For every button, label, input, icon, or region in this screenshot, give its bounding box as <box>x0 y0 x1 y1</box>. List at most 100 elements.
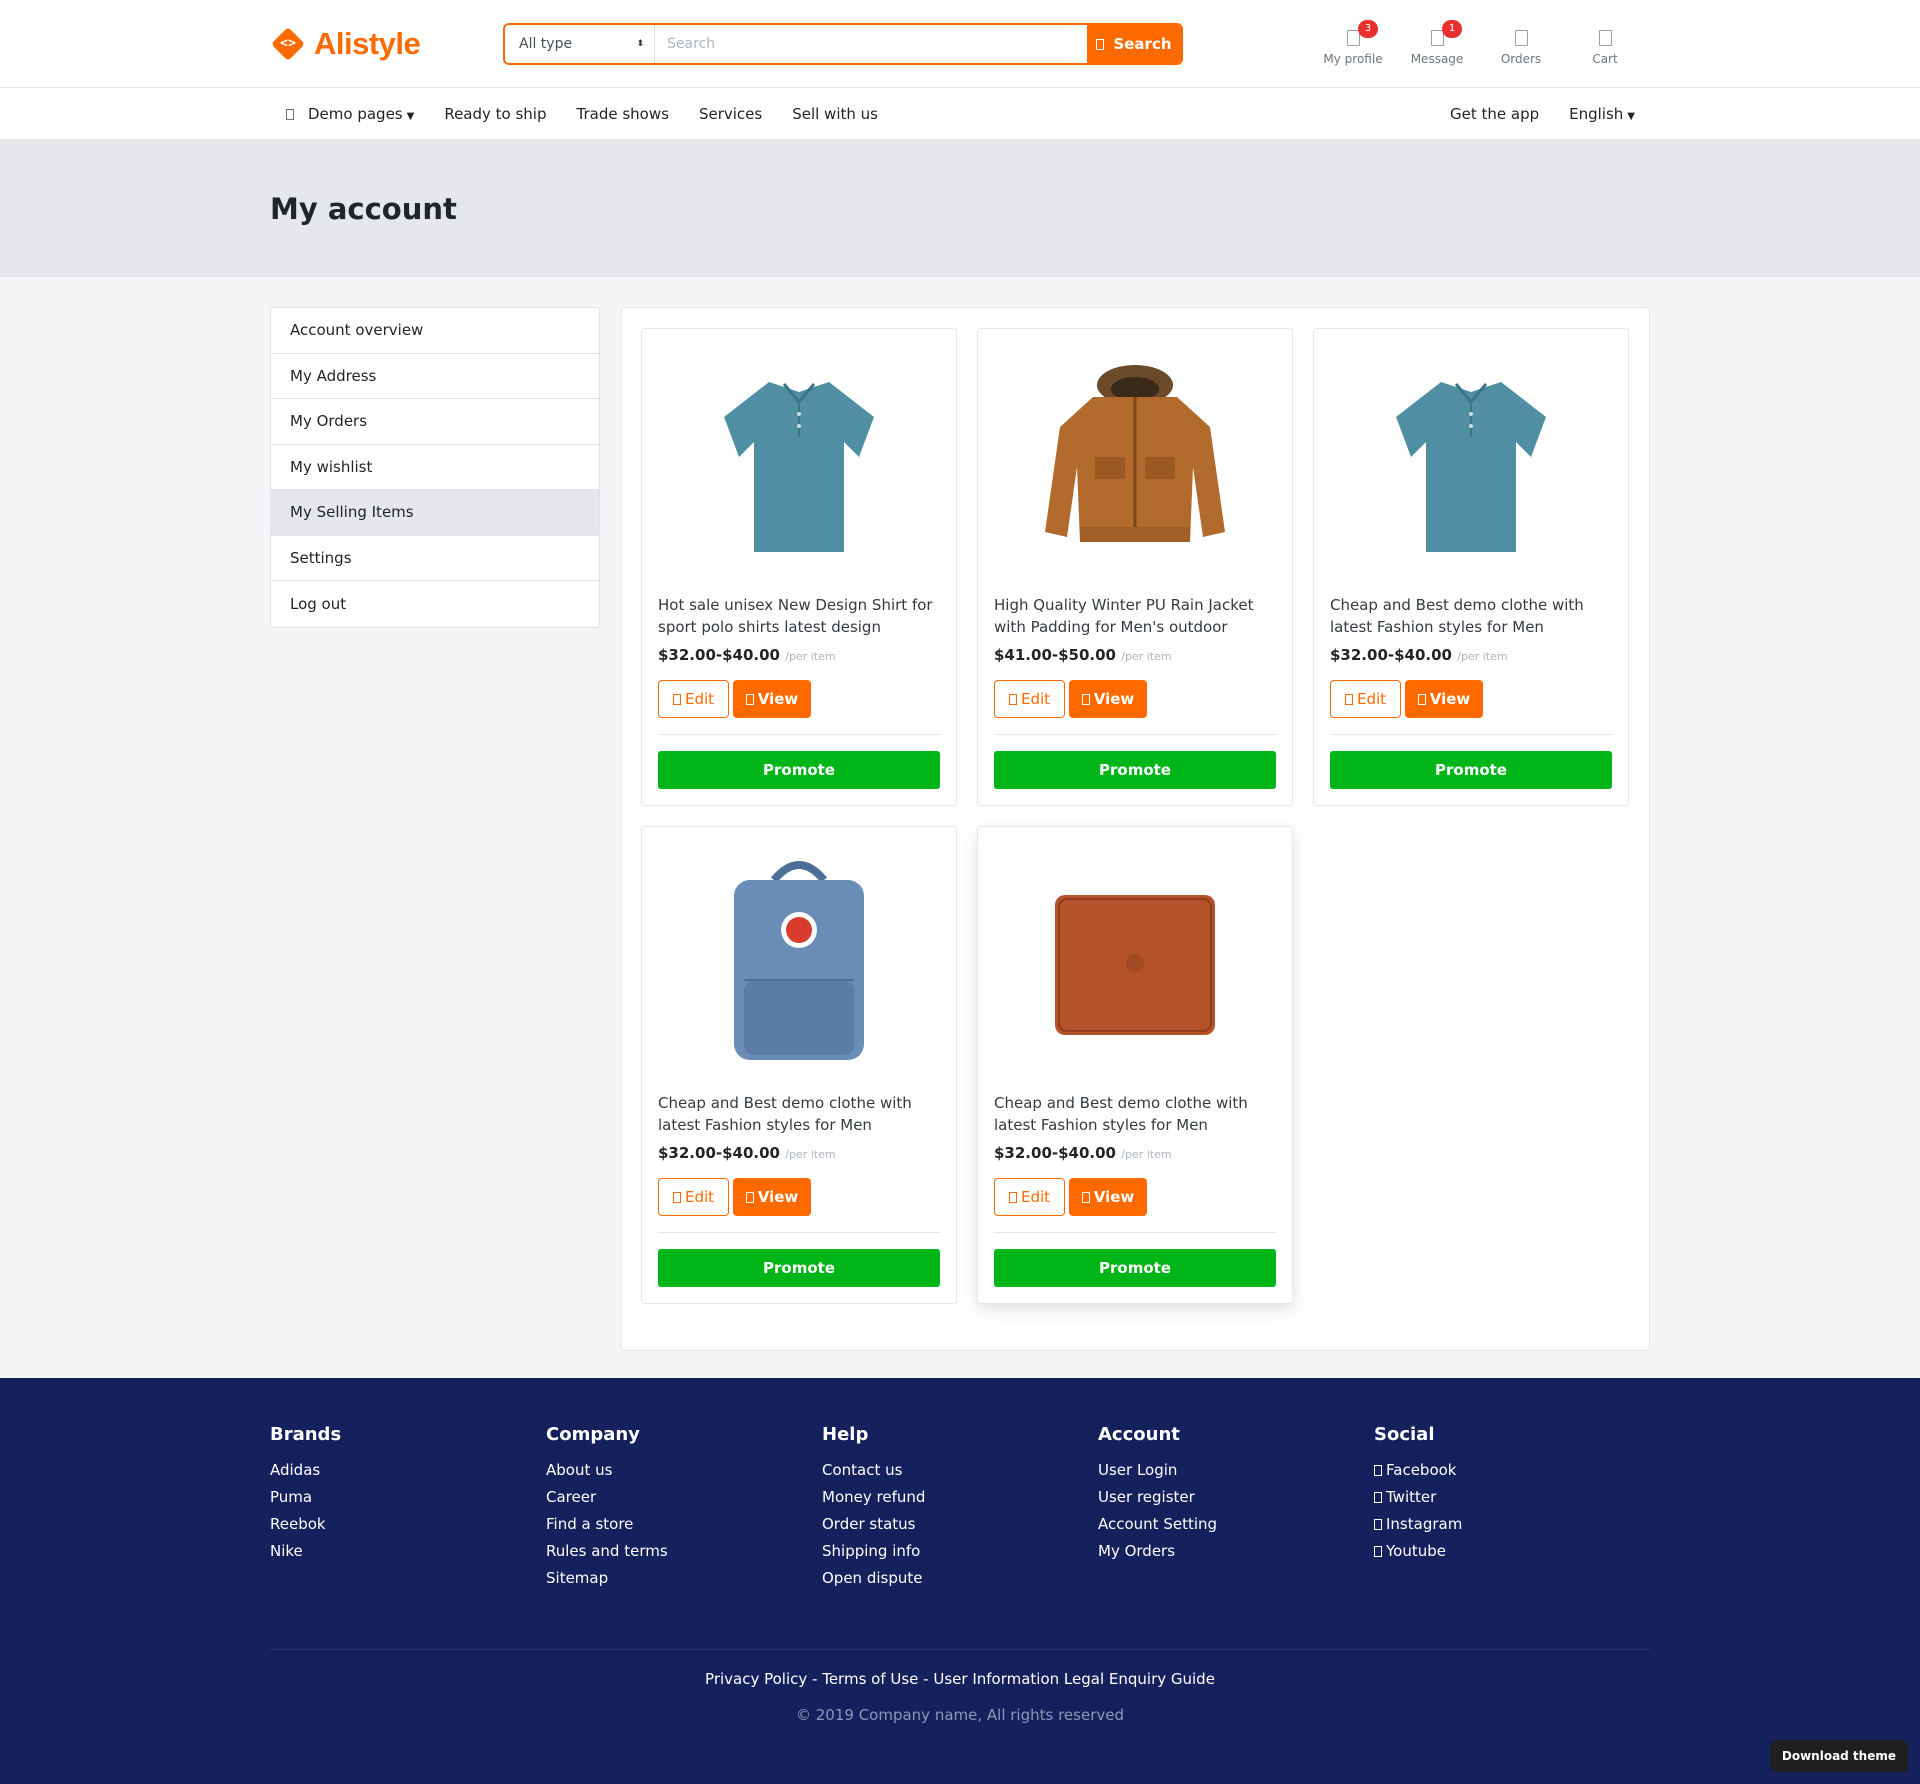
promote-button[interactable]: Promote <box>994 1249 1276 1287</box>
footer-column-brands: Brands Adidas Puma Reebok Nike <box>270 1424 546 1592</box>
price-range: $32.00-$40.00 <box>994 1144 1116 1162</box>
product-image[interactable] <box>994 329 1276 594</box>
footer-link[interactable]: Money refund <box>822 1484 1098 1511</box>
sidebar-item-my-selling-items[interactable]: My Selling Items <box>271 490 599 536</box>
edit-label: Edit <box>684 1188 715 1206</box>
footer-link[interactable]: Career <box>546 1484 822 1511</box>
sidebar-item-account-overview[interactable]: Account overview <box>271 308 599 354</box>
product-price: $32.00-$40.00 /per item <box>658 1144 940 1162</box>
product-image[interactable] <box>658 329 940 594</box>
nav-services[interactable]: Services <box>684 105 777 123</box>
edit-button[interactable]: Edit <box>994 680 1065 718</box>
product-title[interactable]: Cheap and Best demo clothe with latest F… <box>994 1092 1276 1136</box>
product-title[interactable]: High Quality Winter PU Rain Jacket with … <box>994 594 1276 638</box>
footer-link[interactable]: My Orders <box>1098 1538 1374 1565</box>
promote-button[interactable]: Promote <box>658 1249 940 1287</box>
edit-button[interactable]: Edit <box>658 1178 729 1216</box>
footer-link[interactable]: Find a store <box>546 1511 822 1538</box>
promote-button[interactable]: Promote <box>994 751 1276 789</box>
my-profile-link[interactable]: 3 My profile <box>1320 20 1386 66</box>
view-button[interactable]: View <box>1069 680 1147 718</box>
product-card: Hot sale unisex New Design Shirt for spo… <box>641 328 957 806</box>
sidebar-item-my-orders[interactable]: My Orders <box>271 399 599 445</box>
copyright: © 2019 Company name, All rights reserved <box>795 1706 1124 1724</box>
language-select[interactable]: English ▼ <box>1554 105 1650 123</box>
footer-heading: Account <box>1098 1424 1180 1445</box>
brand-logo[interactable]: <> Alistyle <box>270 26 503 62</box>
caret-down-icon: ▼ <box>1627 111 1635 122</box>
product-image[interactable] <box>994 827 1276 1092</box>
message-link[interactable]: 1 Message <box>1404 20 1470 66</box>
nav-get-the-app[interactable]: Get the app <box>1435 105 1554 123</box>
orders-link[interactable]: Orders <box>1488 22 1554 66</box>
footer-link[interactable]: About us <box>546 1457 822 1484</box>
promote-button[interactable]: Promote <box>1330 751 1612 789</box>
select-arrows-icon: ⬍ <box>636 39 644 49</box>
footer-link-label: Instagram <box>1386 1515 1463 1533</box>
product-image[interactable] <box>1330 329 1612 594</box>
product-title[interactable]: Cheap and Best demo clothe with latest F… <box>1330 594 1612 638</box>
footer-link[interactable]: Contact us <box>822 1457 1098 1484</box>
footer-link[interactable]: Rules and terms <box>546 1538 822 1565</box>
footer-heading: Social <box>1374 1424 1435 1445</box>
footer-legal-links[interactable]: Privacy Policy - Terms of Use - User Inf… <box>270 1670 1650 1688</box>
footer-link-instagram[interactable]: Instagram <box>1374 1511 1650 1538</box>
nav-trade-shows[interactable]: Trade shows <box>562 105 684 123</box>
footer-column-help: Help Contact us Money refund Order statu… <box>822 1424 1098 1592</box>
view-label: View <box>1429 690 1471 708</box>
footer-link-youtube[interactable]: Youtube <box>1374 1538 1650 1565</box>
footer-link[interactable]: Reebok <box>270 1511 546 1538</box>
footer-link[interactable]: Nike <box>270 1538 546 1565</box>
nav-ready-to-ship[interactable]: Ready to ship <box>429 105 561 123</box>
search-input[interactable]: Search <box>655 25 1087 63</box>
search-bar: All type ⬍ Search Search <box>503 23 1183 65</box>
search-type-select[interactable]: All type ⬍ <box>505 25 655 63</box>
message-label: Message <box>1410 52 1464 66</box>
product-title[interactable]: Hot sale unisex New Design Shirt for spo… <box>658 594 940 638</box>
nav-sell-with-us[interactable]: Sell with us <box>777 105 893 123</box>
nav-demo-pages[interactable]: Demo pages ▼ <box>270 105 429 123</box>
footer-link[interactable]: Open dispute <box>822 1565 1098 1592</box>
account-sidebar: Account overview My Address My Orders My… <box>270 307 600 628</box>
footer-link[interactable]: User register <box>1098 1484 1374 1511</box>
view-button[interactable]: View <box>1069 1178 1147 1216</box>
footer-link-facebook[interactable]: Facebook <box>1374 1457 1650 1484</box>
sidebar-item-my-address[interactable]: My Address <box>271 354 599 399</box>
view-button[interactable]: View <box>733 680 811 718</box>
footer-link-twitter[interactable]: Twitter <box>1374 1484 1650 1511</box>
sidebar-item-log-out[interactable]: Log out <box>271 581 599 627</box>
selling-items-panel: Hot sale unisex New Design Shirt for spo… <box>621 307 1650 1351</box>
footer-link[interactable]: Account Setting <box>1098 1511 1374 1538</box>
page-banner: My account <box>0 140 1920 277</box>
download-theme-button[interactable]: Download theme <box>1769 1740 1908 1772</box>
product-title[interactable]: Cheap and Best demo clothe with latest F… <box>658 1092 940 1136</box>
cart-link[interactable]: Cart <box>1572 22 1638 66</box>
site-footer: Brands Adidas Puma Reebok Nike Company A… <box>0 1378 1920 1784</box>
price-unit: /per item <box>785 650 836 663</box>
profile-badge: 3 <box>1358 20 1378 38</box>
promote-button[interactable]: Promote <box>658 751 940 789</box>
view-button[interactable]: View <box>1405 680 1483 718</box>
footer-link[interactable]: Sitemap <box>546 1565 822 1592</box>
edit-button[interactable]: Edit <box>1330 680 1401 718</box>
footer-link[interactable]: Order status <box>822 1511 1098 1538</box>
view-label: View <box>757 1188 799 1206</box>
pencil-icon <box>672 693 681 705</box>
search-button[interactable]: Search <box>1087 25 1181 63</box>
edit-button[interactable]: Edit <box>994 1178 1065 1216</box>
brand-name: Alistyle <box>314 26 421 61</box>
twitter-icon <box>1374 1492 1382 1503</box>
product-image[interactable] <box>658 827 940 1092</box>
footer-link[interactable]: Adidas <box>270 1457 546 1484</box>
footer-link[interactable]: Puma <box>270 1484 546 1511</box>
instagram-icon <box>1374 1519 1382 1530</box>
footer-link[interactable]: User Login <box>1098 1457 1374 1484</box>
view-label: View <box>1093 1188 1135 1206</box>
view-button[interactable]: View <box>733 1178 811 1216</box>
footer-link[interactable]: Shipping info <box>822 1538 1098 1565</box>
footer-column-social: Social Facebook Twitter Instagram Youtub… <box>1374 1424 1650 1592</box>
edit-button[interactable]: Edit <box>658 680 729 718</box>
sidebar-item-my-wishlist[interactable]: My wishlist <box>271 445 599 490</box>
sidebar-item-settings[interactable]: Settings <box>271 536 599 581</box>
nav-demo-pages-label: Demo pages <box>308 105 403 123</box>
